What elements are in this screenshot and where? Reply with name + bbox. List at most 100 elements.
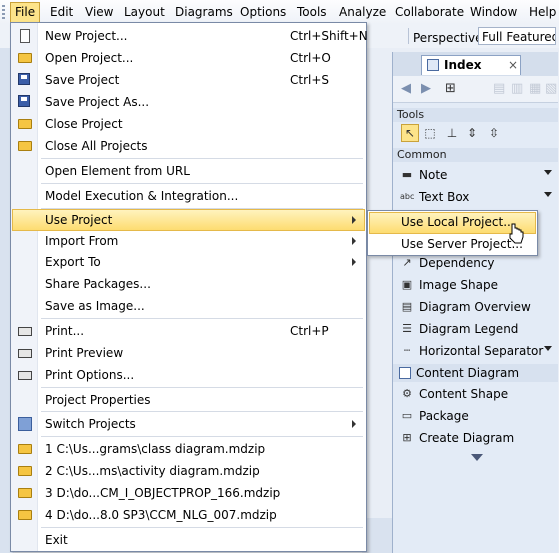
back-arrow-icon[interactable]: ◀ (401, 81, 411, 96)
menu-item-label: Close Project (45, 117, 123, 131)
palette-item-label: Text Box (419, 190, 470, 204)
paste-icon[interactable]: ▥ (511, 81, 523, 96)
menu-edit[interactable]: Edit (47, 4, 76, 21)
menu-item-label: Save Project As... (45, 95, 150, 109)
close-icon[interactable]: × (508, 58, 518, 72)
menu-item-import-from[interactable]: Import From (12, 230, 365, 252)
menu-item-save-as-image[interactable]: Save as Image... (12, 295, 365, 317)
menu-item-recent-3[interactable]: 3 D:\do...CM_I_OBJECTPROP_166.mdzip (12, 482, 365, 504)
image-shape-icon: ▣ (401, 278, 413, 291)
menu-analyze[interactable]: Analyze (336, 4, 389, 21)
menu-item-save-project-as[interactable]: Save Project As... (12, 91, 365, 113)
menu-item-label: Print Preview (45, 346, 124, 360)
copy-icon[interactable]: ▤ (493, 81, 505, 96)
menu-item-close-all-projects[interactable]: Close All Projects (12, 135, 365, 157)
note-icon: ▬ (401, 168, 413, 181)
menu-help[interactable]: Help (526, 4, 559, 21)
palette-item-label: Image Shape (419, 278, 498, 292)
close-all-folders-icon (18, 141, 32, 151)
menu-window[interactable]: Window (467, 4, 520, 21)
palette-item-horizontal-separator[interactable]: ┄ Horizontal Separator (393, 340, 558, 362)
menu-item-new-project[interactable]: New Project... Ctrl+Shift+N (12, 25, 368, 47)
palette-tab-bar: Index × (393, 52, 558, 76)
palette-item-label: Note (419, 168, 448, 182)
create-diagram-icon: ⊞ (402, 431, 412, 444)
cut-icon[interactable]: ▦ (529, 81, 541, 96)
menu-view[interactable]: View (82, 4, 116, 21)
palette-item-text-box[interactable]: abc Text Box (393, 186, 558, 208)
perspective-select[interactable]: Full Featured (478, 27, 556, 45)
new-document-icon (20, 29, 30, 43)
menu-item-close-project[interactable]: Close Project (12, 113, 365, 135)
menu-item-open-project[interactable]: Open Project... Ctrl+O (12, 47, 365, 69)
submenu-arrow-icon (352, 216, 356, 224)
menu-item-export-to[interactable]: Export To (12, 251, 365, 273)
hierarchy-icon[interactable]: ⊞ (445, 81, 456, 96)
palette-item-content-shape[interactable]: ⚙ Content Shape (393, 383, 558, 405)
menu-collaborate[interactable]: Collaborate (392, 4, 467, 21)
menu-item-label: Import From (45, 234, 119, 248)
menu-separator (41, 411, 363, 412)
menu-item-print-preview[interactable]: Print Preview (12, 342, 365, 364)
palette-item-image-shape[interactable]: ▣ Image Shape (393, 274, 558, 296)
menu-item-use-project[interactable]: Use Project (12, 209, 365, 231)
menu-options[interactable]: Options (237, 4, 289, 21)
delete-icon[interactable]: ▧ (545, 81, 557, 96)
chevron-down-icon[interactable] (544, 346, 552, 351)
palette-item-note[interactable]: ▬ Note (393, 164, 558, 186)
palette-item-label: Horizontal Separator (419, 344, 544, 358)
forward-arrow-icon[interactable]: ▶ (421, 81, 431, 96)
menu-item-save-project[interactable]: Save Project Ctrl+S (12, 69, 365, 91)
menu-item-recent-2[interactable]: 2 C:\Us...ms\activity diagram.mdzip (12, 460, 365, 482)
pointer-tool-icon[interactable]: ↖ (401, 124, 419, 142)
palette-item-create-diagram[interactable]: ⊞ Create Diagram (393, 427, 558, 449)
menubar-grip (2, 5, 5, 19)
recent-file-folder-icon (18, 444, 32, 454)
menu-item-label: Switch Projects (45, 417, 136, 431)
text-box-icon: abc (400, 192, 415, 201)
chevron-down-icon[interactable] (544, 170, 552, 175)
menu-item-share-packages[interactable]: Share Packages... (12, 273, 365, 295)
submenu-arrow-icon (352, 258, 356, 266)
menu-item-switch-projects[interactable]: Switch Projects (12, 413, 365, 435)
palette-group-label: Content Diagram (416, 366, 520, 380)
menu-item-open-element-from-url[interactable]: Open Element from URL (12, 160, 365, 182)
tab-index[interactable]: Index × (421, 55, 521, 75)
palette-item-diagram-legend[interactable]: ☰ Diagram Legend (393, 318, 558, 340)
menu-tools[interactable]: Tools (294, 4, 330, 21)
stamp-tool-icon[interactable]: ⊥ (443, 124, 461, 142)
chevron-down-icon[interactable] (544, 192, 552, 197)
menu-item-print-options[interactable]: Print Options... (12, 364, 365, 386)
menu-item-label: 4 D:\do...8.0 SP3\CCM_NLG_007.mdzip (45, 508, 277, 522)
menu-item-label: Exit (45, 533, 68, 547)
print-icon (18, 327, 32, 336)
split-horizontal-tool-icon[interactable]: ⇳ (485, 124, 503, 142)
menu-item-shortcut: Ctrl+O (290, 51, 331, 65)
menu-item-label: Save as Image... (45, 299, 145, 313)
menu-item-exit[interactable]: Exit (12, 529, 365, 551)
marquee-tool-icon[interactable]: ⬚ (421, 124, 439, 142)
menu-item-label: New Project... (45, 29, 128, 43)
menu-item-project-properties[interactable]: Project Properties (12, 389, 365, 411)
menu-item-print[interactable]: Print... Ctrl+P (12, 320, 365, 342)
menu-item-shortcut: Ctrl+S (290, 73, 330, 87)
palette-item-diagram-overview[interactable]: ▤ Diagram Overview (393, 296, 558, 318)
menu-layout[interactable]: Layout (121, 4, 168, 21)
dependency-icon: ↗ (402, 256, 412, 269)
menu-file[interactable]: File (10, 2, 41, 22)
palette-item-package[interactable]: ▭ Package (393, 405, 558, 427)
menu-item-recent-1[interactable]: 1 C:\Us...grams\class diagram.mdzip (12, 438, 365, 460)
split-vertical-tool-icon[interactable]: ⇕ (463, 124, 481, 142)
menu-item-model-execution[interactable]: Model Execution & Integration... (12, 185, 365, 207)
menu-separator (41, 436, 363, 437)
print-options-icon (18, 371, 32, 380)
palette-toolbar: ◀ ▶ ⊞ ▤ ▥ ▦ ▧ (393, 76, 558, 103)
section-tools: Tools (393, 108, 558, 122)
palette-group-content-diagram[interactable]: Content Diagram (393, 364, 558, 382)
more-items-arrow-icon[interactable] (471, 454, 483, 461)
menu-item-label: 2 C:\Us...ms\activity diagram.mdzip (45, 464, 260, 478)
index-icon (427, 59, 439, 71)
menu-item-recent-4[interactable]: 4 D:\do...8.0 SP3\CCM_NLG_007.mdzip (12, 504, 365, 526)
menu-diagrams[interactable]: Diagrams (172, 4, 236, 21)
diagram-overview-icon: ▤ (401, 300, 413, 313)
